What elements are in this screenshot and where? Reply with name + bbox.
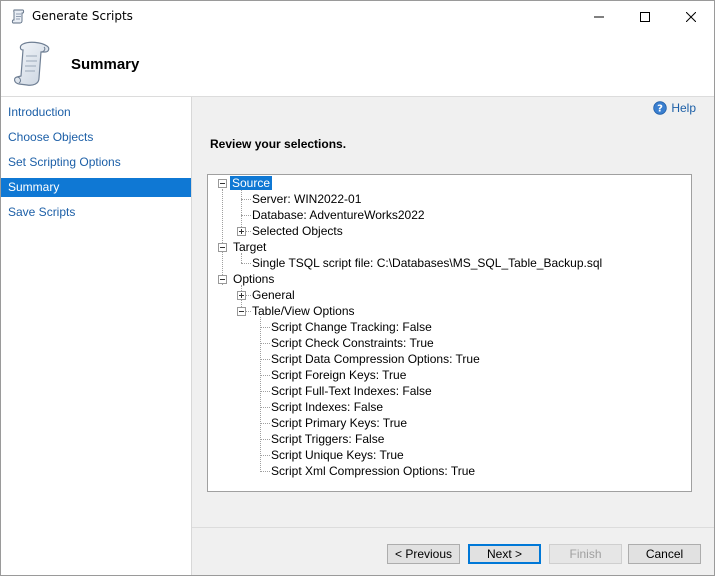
nav-item-summary[interactable]: Summary xyxy=(1,178,191,197)
tree-node-server[interactable]: Server: WIN2022-01 xyxy=(252,191,361,207)
nav-item-set-scripting-options[interactable]: Set Scripting Options xyxy=(1,153,191,172)
tree-connector xyxy=(246,295,251,296)
tree-node-option[interactable]: Script Check Constraints: True xyxy=(271,335,434,351)
previous-button[interactable]: < Previous xyxy=(387,544,460,564)
minimize-button[interactable] xyxy=(576,1,622,32)
tree-connector xyxy=(241,199,251,200)
tree-node-general[interactable]: General xyxy=(252,287,295,303)
tree-node-selected-objects[interactable]: Selected Objects xyxy=(252,223,343,239)
tree-node-source[interactable]: Source xyxy=(230,175,273,191)
tree-connector xyxy=(260,375,270,376)
tree-connector xyxy=(246,231,251,232)
finish-button[interactable]: Finish xyxy=(549,544,622,564)
tree-node-option[interactable]: Script Indexes: False xyxy=(271,399,383,415)
page-header: Summary xyxy=(1,32,714,97)
tree-connector xyxy=(260,407,270,408)
nav-item-introduction[interactable]: Introduction xyxy=(1,103,191,122)
tree-node-database[interactable]: Database: AdventureWorks2022 xyxy=(252,207,425,223)
tree-node-option[interactable]: Script Primary Keys: True xyxy=(271,415,407,431)
maximize-icon xyxy=(640,11,650,22)
tree-node-table-view-options[interactable]: Table/View Options xyxy=(252,303,355,319)
tree-connector xyxy=(260,423,270,424)
cancel-button[interactable]: Cancel xyxy=(628,544,701,564)
nav-item-choose-objects[interactable]: Choose Objects xyxy=(1,128,191,147)
nav-item-save-scripts[interactable]: Save Scripts xyxy=(1,203,191,222)
maximize-button[interactable] xyxy=(622,1,668,32)
window-title: Generate Scripts xyxy=(32,9,133,23)
wizard-footer: < Previous Next > Finish Cancel xyxy=(192,527,714,575)
tree-connector xyxy=(241,263,251,264)
tree-connector xyxy=(246,311,251,312)
svg-text:?: ? xyxy=(657,104,663,115)
expand-general-toggle[interactable] xyxy=(237,291,246,300)
generate-scripts-window: Generate Scripts Summary Introduction Ch… xyxy=(0,0,715,576)
minimize-icon xyxy=(594,16,604,17)
collapse-table-view-toggle[interactable] xyxy=(237,307,246,316)
tree-node-script-file[interactable]: Single TSQL script file: C:\Databases\MS… xyxy=(252,255,602,271)
wizard-navigation: Introduction Choose Objects Set Scriptin… xyxy=(1,97,192,575)
collapse-options-toggle[interactable] xyxy=(218,275,227,284)
title-bar: Generate Scripts xyxy=(1,1,714,32)
close-button[interactable] xyxy=(668,1,714,32)
tree-connector xyxy=(260,471,270,472)
tree-node-options[interactable]: Options xyxy=(233,271,274,287)
selections-tree[interactable]: Source Server: WIN2022-01 Database: Adve… xyxy=(207,174,692,492)
next-button[interactable]: Next > xyxy=(468,544,541,564)
help-icon: ? xyxy=(653,101,668,115)
tree-connector xyxy=(260,359,270,360)
tree-node-option[interactable]: Script Change Tracking: False xyxy=(271,319,432,335)
help-link[interactable]: ? Help xyxy=(653,101,696,115)
tree-node-target[interactable]: Target xyxy=(233,239,266,255)
collapse-target-toggle[interactable] xyxy=(218,243,227,252)
tree-connector xyxy=(260,455,270,456)
review-heading: Review your selections. xyxy=(210,137,347,151)
scroll-icon xyxy=(11,9,25,24)
tree-node-option[interactable]: Script Triggers: False xyxy=(271,431,384,447)
summary-scroll-icon xyxy=(13,41,50,86)
tree-node-option[interactable]: Script Data Compression Options: True xyxy=(271,351,480,367)
expand-selected-objects-toggle[interactable] xyxy=(237,227,246,236)
tree-connector xyxy=(260,439,270,440)
help-label: Help xyxy=(671,101,696,115)
tree-connector xyxy=(222,189,223,285)
tree-node-option[interactable]: Script Full-Text Indexes: False xyxy=(271,383,432,399)
tree-connector xyxy=(260,327,270,328)
summary-content: ? Help Review your selections. Source Se… xyxy=(192,97,714,527)
close-icon xyxy=(686,11,696,22)
tree-node-option[interactable]: Script Foreign Keys: True xyxy=(271,367,406,383)
tree-node-option[interactable]: Script Xml Compression Options: True xyxy=(271,463,475,479)
tree-connector xyxy=(260,343,270,344)
tree-node-label: Source xyxy=(230,176,273,190)
tree-connector xyxy=(241,215,251,216)
collapse-source-toggle[interactable] xyxy=(218,179,227,188)
tree-node-option[interactable]: Script Unique Keys: True xyxy=(271,447,404,463)
page-title: Summary xyxy=(71,56,140,73)
tree-connector xyxy=(260,317,261,472)
tree-connector xyxy=(260,391,270,392)
